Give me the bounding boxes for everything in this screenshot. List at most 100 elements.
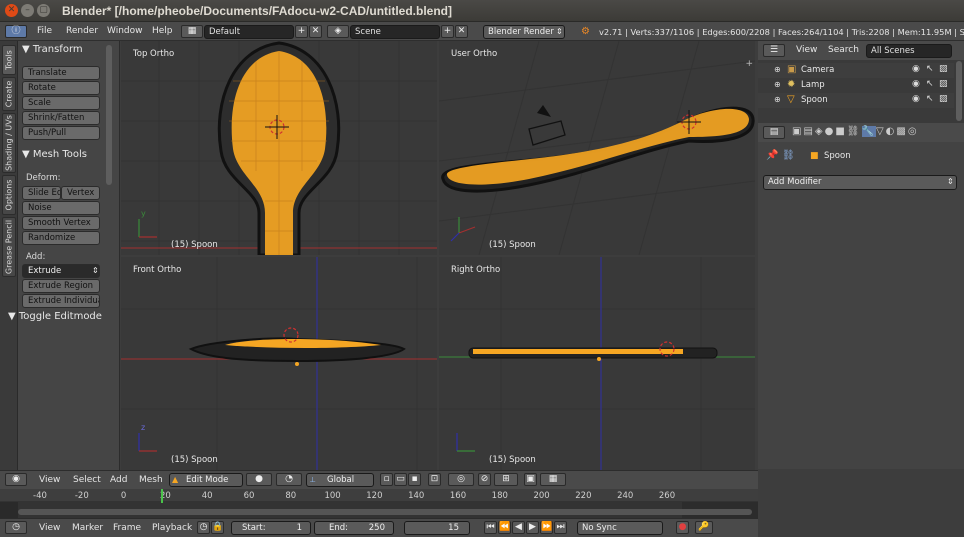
timeline-menu-marker[interactable]: Marker: [72, 523, 103, 533]
modifiers-tab-icon[interactable]: 🔧: [861, 126, 876, 137]
toolshelf-scrollbar[interactable]: [106, 45, 112, 185]
timeline-menu-frame[interactable]: Frame: [113, 523, 141, 533]
record-icon[interactable]: ●: [676, 521, 689, 534]
layers-tab-icon[interactable]: ▤: [803, 126, 814, 137]
mesh-tools-panel-header[interactable]: ▼ Mesh Tools: [22, 149, 87, 160]
toggle-editmode-panel-header[interactable]: ▼ Toggle Editmode: [8, 311, 102, 322]
world-tab-icon[interactable]: ●: [825, 126, 836, 137]
viewport-right-ortho[interactable]: Right Ortho (15) Spoon: [439, 257, 755, 470]
view3d-menu-select[interactable]: Select: [73, 475, 101, 485]
data-tab-icon[interactable]: ▽: [876, 126, 886, 137]
transform-panel-header[interactable]: ▼ Transform: [22, 44, 83, 55]
orientation-select[interactable]: Global: [306, 473, 374, 487]
remove-scene-icon[interactable]: ✕: [455, 25, 468, 38]
render-camera-icon[interactable]: ▨: [939, 64, 948, 74]
push-pull-button[interactable]: Push/Pull: [22, 126, 100, 140]
sync-mode-select[interactable]: No Sync: [577, 521, 663, 535]
extrude-individual-button[interactable]: Extrude Individual: [22, 294, 100, 308]
outliner-row-spoon[interactable]: ⊕ ▽ Spoon ◉ ↖ ▨: [758, 93, 954, 108]
timeline-menu-view[interactable]: View: [39, 523, 60, 533]
pivot-point-icon[interactable]: ◔: [276, 473, 302, 486]
constraints-tab-icon[interactable]: ⛓: [847, 126, 862, 137]
menu-render[interactable]: Render: [66, 26, 98, 36]
randomize-button[interactable]: Randomize: [22, 231, 100, 245]
viewport-user-ortho[interactable]: User Ortho (15) Spoon +: [439, 41, 755, 255]
noise-button[interactable]: Noise: [22, 201, 100, 215]
snap-element-icon[interactable]: ⊞: [494, 473, 518, 486]
viewport-front-ortho[interactable]: Front Ortho z (15) Spoon: [121, 257, 437, 470]
vertex-select-icon[interactable]: ▫: [380, 473, 393, 486]
preview-range-icon[interactable]: ◷: [197, 521, 210, 534]
jump-end-icon[interactable]: ⏭: [554, 521, 567, 534]
render-engine-select[interactable]: Blender Render: [483, 25, 565, 39]
view3d-menu-add[interactable]: Add: [110, 475, 127, 485]
link-icon[interactable]: ⛓: [782, 150, 795, 161]
expand-icon[interactable]: ⊕: [774, 95, 781, 104]
outliner-row-lamp[interactable]: ⊕ ✹ Lamp ◉ ↖ ▨: [758, 78, 954, 93]
add-modifier-select[interactable]: Add Modifier: [763, 175, 957, 190]
current-frame-field[interactable]: 15: [404, 521, 470, 535]
remove-layout-icon[interactable]: ✕: [309, 25, 322, 38]
extrude-select[interactable]: Extrude: [22, 264, 100, 278]
prev-keyframe-icon[interactable]: ⏪: [498, 521, 511, 534]
start-frame-field[interactable]: Start: 1: [231, 521, 311, 535]
timeline-editor-icon[interactable]: ◷: [5, 521, 27, 534]
object-tab-icon[interactable]: ■: [835, 126, 846, 137]
face-select-icon[interactable]: ▪: [408, 473, 421, 486]
render-camera-icon[interactable]: ▨: [939, 94, 948, 104]
outliner-view-menu[interactable]: View: [796, 45, 817, 55]
scene-field[interactable]: Scene: [350, 25, 440, 39]
play-icon[interactable]: ▶: [526, 521, 539, 534]
properties-editor-icon[interactable]: ▤: [763, 126, 785, 139]
add-layout-icon[interactable]: +: [295, 25, 308, 38]
shrink-fatten-button[interactable]: Shrink/Fatten: [22, 111, 100, 125]
visibility-eye-icon[interactable]: ◉: [912, 64, 920, 74]
render-camera-icon[interactable]: ▨: [939, 79, 948, 89]
end-frame-field[interactable]: End: 250: [314, 521, 394, 535]
scale-button[interactable]: Scale: [22, 96, 100, 110]
timeline-scrollbar[interactable]: [18, 509, 752, 515]
outliner-filter-select[interactable]: All Scenes: [866, 44, 952, 58]
proportional-edit-icon[interactable]: ◎: [448, 473, 474, 486]
timeline-menu-playback[interactable]: Playback: [152, 523, 192, 533]
close-window-icon[interactable]: ✕: [5, 4, 18, 17]
properties-context-tabs[interactable]: ▣▤◈●■⛓🔧▽◐▩◎: [792, 126, 919, 137]
slide-edge-button[interactable]: Slide Ed: [22, 186, 61, 200]
rotate-button[interactable]: Rotate: [22, 81, 100, 95]
current-frame-marker[interactable]: [161, 489, 163, 503]
timeline[interactable]: -40 -20 0 20 40 60 80 100 120 140 160 180 200 220 240 2…: [0, 489, 758, 518]
menu-file[interactable]: File: [37, 26, 52, 36]
scene-tab-icon[interactable]: ◈: [815, 126, 825, 137]
visibility-eye-icon[interactable]: ◉: [912, 79, 920, 89]
add-scene-icon[interactable]: +: [441, 25, 454, 38]
select-cursor-icon[interactable]: ↖: [926, 94, 934, 104]
smooth-vertex-button[interactable]: Smooth Vertex: [22, 216, 100, 230]
layout-grid-icon[interactable]: ▦: [181, 25, 203, 38]
outliner-scrollbar[interactable]: [956, 61, 962, 121]
menu-help[interactable]: Help: [152, 26, 173, 36]
select-cursor-icon[interactable]: ↖: [926, 79, 934, 89]
scene-icon[interactable]: ◈: [327, 25, 349, 38]
lock-frame-icon[interactable]: 🔒: [211, 521, 224, 534]
next-keyframe-icon[interactable]: ⏩: [540, 521, 553, 534]
snap-toggle-icon[interactable]: ⊘: [478, 473, 491, 486]
render-still-icon[interactable]: ▣: [524, 473, 537, 486]
viewport-plus-icon[interactable]: +: [745, 59, 753, 69]
opengl-render-icon[interactable]: ▦: [540, 473, 566, 486]
view3d-menu-view[interactable]: View: [39, 475, 60, 485]
minimize-window-icon[interactable]: –: [21, 4, 34, 17]
slide-vertex-button[interactable]: Vertex: [61, 186, 100, 200]
translate-button[interactable]: Translate: [22, 66, 100, 80]
outliner-search-menu[interactable]: Search: [828, 45, 859, 55]
tab-create[interactable]: Create: [2, 77, 16, 111]
viewport-shading-icon[interactable]: ●: [246, 473, 272, 486]
maximize-window-icon[interactable]: ▢: [37, 4, 50, 17]
pin-icon[interactable]: 📌: [766, 150, 778, 161]
expand-icon[interactable]: ⊕: [774, 80, 781, 89]
view3d-menu-mesh[interactable]: Mesh: [139, 475, 163, 485]
layout-field[interactable]: Default: [204, 25, 294, 39]
play-reverse-icon[interactable]: ◀: [512, 521, 525, 534]
tab-shading-uvs[interactable]: Shading / UVs: [2, 113, 16, 173]
edge-select-icon[interactable]: ▭: [394, 473, 407, 486]
physics-tab-icon[interactable]: ◎: [908, 126, 919, 137]
